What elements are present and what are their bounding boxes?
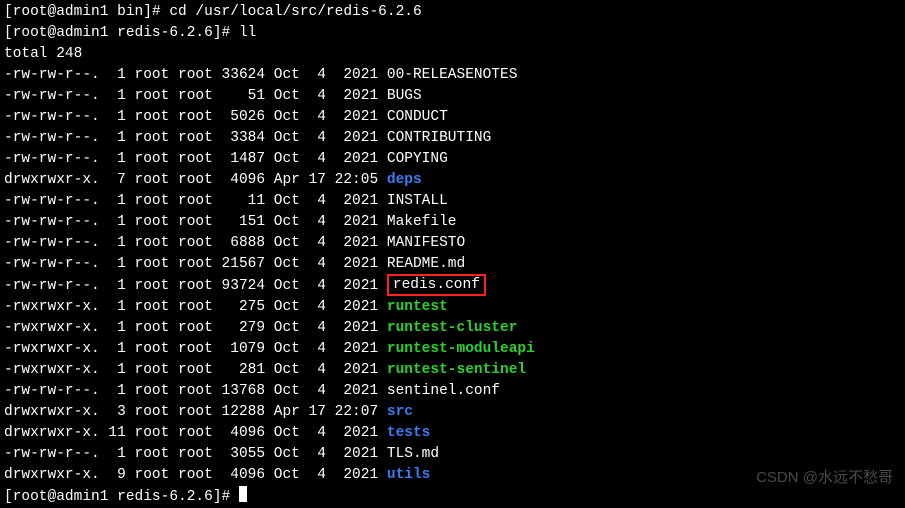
listing-row: -rw-rw-r--. 1 root root 6888 Oct 4 2021 … [4, 233, 901, 254]
file-name: README.md [387, 256, 465, 272]
listing-row: -rw-rw-r--. 1 root root 21567 Oct 4 2021… [4, 254, 901, 275]
file-name: sentinel.conf [387, 383, 500, 399]
listing-row: -rwxrwxr-x. 1 root root 281 Oct 4 2021 r… [4, 360, 901, 381]
file-name: runtest-sentinel [387, 362, 526, 378]
file-name: BUGS [387, 88, 422, 104]
listing-row: -rw-rw-r--. 1 root root 93724 Oct 4 2021… [4, 275, 901, 297]
listing-row: drwxrwxr-x. 11 root root 4096 Oct 4 2021… [4, 423, 901, 444]
watermark-text: CSDN @水远不愁哥 [756, 467, 893, 488]
file-name: CONDUCT [387, 109, 448, 125]
highlight-box: redis.conf [387, 274, 486, 296]
file-name: COPYING [387, 151, 448, 167]
listing-row: drwxrwxr-x. 3 root root 12288 Apr 17 22:… [4, 402, 901, 423]
terminal-output[interactable]: [root@admin1 bin]# cd /usr/local/src/red… [4, 2, 901, 508]
file-name: redis.conf [393, 277, 480, 293]
listing-row: -rw-rw-r--. 1 root root 3384 Oct 4 2021 … [4, 128, 901, 149]
listing-row: -rw-rw-r--. 1 root root 33624 Oct 4 2021… [4, 65, 901, 86]
listing-row: -rw-rw-r--. 1 root root 5026 Oct 4 2021 … [4, 107, 901, 128]
file-name: 00-RELEASENOTES [387, 67, 518, 83]
file-name: CONTRIBUTING [387, 130, 491, 146]
file-name: deps [387, 172, 422, 188]
listing-row: drwxrwxr-x. 7 root root 4096 Apr 17 22:0… [4, 170, 901, 191]
file-name: utils [387, 467, 431, 483]
prompt-line[interactable]: [root@admin1 redis-6.2.6]# ll [4, 23, 901, 44]
file-name: Makefile [387, 214, 457, 230]
listing-row: -rwxrwxr-x. 1 root root 275 Oct 4 2021 r… [4, 297, 901, 318]
file-name: src [387, 404, 413, 420]
listing-row: -rw-rw-r--. 1 root root 51 Oct 4 2021 BU… [4, 86, 901, 107]
listing-row: -rw-rw-r--. 1 root root 3055 Oct 4 2021 … [4, 444, 901, 465]
listing-row: -rw-rw-r--. 1 root root 13768 Oct 4 2021… [4, 381, 901, 402]
file-name: TLS.md [387, 446, 439, 462]
listing-row: -rw-rw-r--. 1 root root 151 Oct 4 2021 M… [4, 212, 901, 233]
file-name: INSTALL [387, 193, 448, 209]
file-name: MANIFESTO [387, 235, 465, 251]
file-name: tests [387, 425, 431, 441]
listing-row: -rw-rw-r--. 1 root root 1487 Oct 4 2021 … [4, 149, 901, 170]
file-name: runtest-moduleapi [387, 341, 535, 357]
prompt-line[interactable]: [root@admin1 redis-6.2.6]# [4, 486, 901, 508]
listing-row: -rw-rw-r--. 1 root root 11 Oct 4 2021 IN… [4, 191, 901, 212]
prompt-line[interactable]: [root@admin1 bin]# cd /usr/local/src/red… [4, 2, 901, 23]
listing-row: -rwxrwxr-x. 1 root root 279 Oct 4 2021 r… [4, 318, 901, 339]
file-name: runtest-cluster [387, 320, 518, 336]
listing-row: -rwxrwxr-x. 1 root root 1079 Oct 4 2021 … [4, 339, 901, 360]
file-name: runtest [387, 299, 448, 315]
total-line: total 248 [4, 44, 901, 65]
